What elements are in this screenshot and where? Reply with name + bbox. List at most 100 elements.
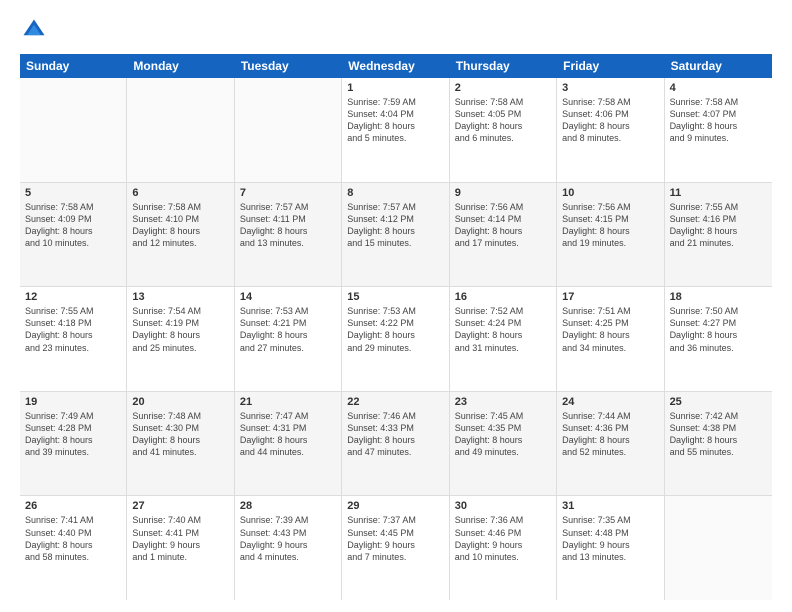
day-number: 3: [562, 82, 658, 94]
day-number: 14: [240, 291, 336, 303]
calendar-cell: 25 Sunrise: 7:42 AMSunset: 4:38 PMDayligh…: [665, 392, 772, 496]
calendar-cell: 13 Sunrise: 7:54 AMSunset: 4:19 PMDayligh…: [127, 287, 234, 391]
calendar-body: 1Sunrise: 7:59 AMSunset: 4:04 PMDaylight…: [20, 78, 772, 600]
calendar-cell: 16 Sunrise: 7:52 AMSunset: 4:24 PMDayligh…: [450, 287, 557, 391]
day-info: Sunrise: 7:53 AMSunset: 4:22 PMDaylight:…: [347, 305, 443, 354]
header-day-tuesday: Tuesday: [235, 54, 342, 78]
calendar-cell: 20 Sunrise: 7:48 AMSunset: 4:30 PMDayligh…: [127, 392, 234, 496]
header-day-monday: Monday: [127, 54, 234, 78]
day-info: Sunrise: 7:42 AMSunset: 4:38 PMDaylight:…: [670, 410, 767, 459]
day-info: Sunrise: 7:58 AMSunset: 4:09 PMDaylight:…: [25, 201, 121, 250]
page: SundayMondayTuesdayWednesdayThursdayFrid…: [0, 0, 792, 612]
calendar-cell: 26 Sunrise: 7:41 AMSunset: 4:40 PMDayligh…: [20, 496, 127, 600]
day-info: Sunrise: 7:58 AMSunset: 4:06 PMDaylight:…: [562, 96, 658, 145]
calendar-cell: 17 Sunrise: 7:51 AMSunset: 4:25 PMDayligh…: [557, 287, 664, 391]
header-day-saturday: Saturday: [665, 54, 772, 78]
calendar-cell: 24Sunrise: 7:44 AMSunset: 4:36 PMDayligh…: [557, 392, 664, 496]
day-info: Sunrise: 7:55 AMSunset: 4:16 PMDaylight:…: [670, 201, 767, 250]
calendar-row-1: 5 Sunrise: 7:58 AMSunset: 4:09 PMDaylight…: [20, 183, 772, 288]
header-day-friday: Friday: [557, 54, 664, 78]
day-number: 18: [670, 291, 767, 303]
day-info: Sunrise: 7:44 AMSunset: 4:36 PMDaylight:…: [562, 410, 658, 459]
day-info: Sunrise: 7:52 AMSunset: 4:24 PMDaylight:…: [455, 305, 551, 354]
calendar: SundayMondayTuesdayWednesdayThursdayFrid…: [20, 54, 772, 600]
calendar-cell: 10 Sunrise: 7:56 AMSunset: 4:15 PMDayligh…: [557, 183, 664, 287]
day-number: 17: [562, 291, 658, 303]
day-info: Sunrise: 7:46 AMSunset: 4:33 PMDaylight:…: [347, 410, 443, 459]
calendar-cell: 28Sunrise: 7:39 AMSunset: 4:43 PMDayligh…: [235, 496, 342, 600]
day-number: 10: [562, 187, 658, 199]
logo-icon: [20, 16, 48, 44]
calendar-cell: 7 Sunrise: 7:57 AMSunset: 4:11 PMDaylight…: [235, 183, 342, 287]
calendar-row-4: 26 Sunrise: 7:41 AMSunset: 4:40 PMDayligh…: [20, 496, 772, 600]
day-info: Sunrise: 7:56 AMSunset: 4:15 PMDaylight:…: [562, 201, 658, 250]
day-info: Sunrise: 7:58 AMSunset: 4:10 PMDaylight:…: [132, 201, 228, 250]
logo: [20, 16, 52, 44]
day-number: 30: [455, 500, 551, 512]
day-number: 16: [455, 291, 551, 303]
day-number: 4: [670, 82, 767, 94]
calendar-cell: 30 Sunrise: 7:36 AMSunset: 4:46 PMDayligh…: [450, 496, 557, 600]
calendar-row-2: 12Sunrise: 7:55 AMSunset: 4:18 PMDayligh…: [20, 287, 772, 392]
day-number: 11: [670, 187, 767, 199]
day-number: 25: [670, 396, 767, 408]
calendar-cell: 22 Sunrise: 7:46 AMSunset: 4:33 PMDayligh…: [342, 392, 449, 496]
header: [20, 16, 772, 44]
day-number: 23: [455, 396, 551, 408]
day-number: 9: [455, 187, 551, 199]
day-number: 19: [25, 396, 121, 408]
day-number: 28: [240, 500, 336, 512]
day-info: Sunrise: 7:47 AMSunset: 4:31 PMDaylight:…: [240, 410, 336, 459]
calendar-cell: 18Sunrise: 7:50 AMSunset: 4:27 PMDayligh…: [665, 287, 772, 391]
calendar-cell: 5 Sunrise: 7:58 AMSunset: 4:09 PMDaylight…: [20, 183, 127, 287]
day-number: 27: [132, 500, 228, 512]
calendar-cell: 4 Sunrise: 7:58 AMSunset: 4:07 PMDaylight…: [665, 78, 772, 182]
calendar-cell: 1Sunrise: 7:59 AMSunset: 4:04 PMDaylight…: [342, 78, 449, 182]
calendar-cell: [665, 496, 772, 600]
day-info: Sunrise: 7:55 AMSunset: 4:18 PMDaylight:…: [25, 305, 121, 354]
day-info: Sunrise: 7:49 AMSunset: 4:28 PMDaylight:…: [25, 410, 121, 459]
calendar-cell: 8 Sunrise: 7:57 AMSunset: 4:12 PMDaylight…: [342, 183, 449, 287]
day-info: Sunrise: 7:51 AMSunset: 4:25 PMDaylight:…: [562, 305, 658, 354]
day-number: 6: [132, 187, 228, 199]
calendar-cell: 23 Sunrise: 7:45 AMSunset: 4:35 PMDayligh…: [450, 392, 557, 496]
calendar-cell: 6 Sunrise: 7:58 AMSunset: 4:10 PMDaylight…: [127, 183, 234, 287]
day-number: 29: [347, 500, 443, 512]
calendar-cell: 21Sunrise: 7:47 AMSunset: 4:31 PMDayligh…: [235, 392, 342, 496]
header-day-wednesday: Wednesday: [342, 54, 449, 78]
day-info: Sunrise: 7:40 AMSunset: 4:41 PMDaylight:…: [132, 514, 228, 563]
calendar-cell: 3 Sunrise: 7:58 AMSunset: 4:06 PMDaylight…: [557, 78, 664, 182]
day-number: 2: [455, 82, 551, 94]
day-number: 1: [347, 82, 443, 94]
day-number: 22: [347, 396, 443, 408]
day-number: 20: [132, 396, 228, 408]
calendar-cell: 29 Sunrise: 7:37 AMSunset: 4:45 PMDayligh…: [342, 496, 449, 600]
day-info: Sunrise: 7:54 AMSunset: 4:19 PMDaylight:…: [132, 305, 228, 354]
calendar-cell: 14Sunrise: 7:53 AMSunset: 4:21 PMDayligh…: [235, 287, 342, 391]
header-day-sunday: Sunday: [20, 54, 127, 78]
day-number: 31: [562, 500, 658, 512]
day-info: Sunrise: 7:57 AMSunset: 4:11 PMDaylight:…: [240, 201, 336, 250]
calendar-cell: [127, 78, 234, 182]
day-info: Sunrise: 7:56 AMSunset: 4:14 PMDaylight:…: [455, 201, 551, 250]
calendar-cell: [235, 78, 342, 182]
day-info: Sunrise: 7:58 AMSunset: 4:07 PMDaylight:…: [670, 96, 767, 145]
day-info: Sunrise: 7:41 AMSunset: 4:40 PMDaylight:…: [25, 514, 121, 563]
day-number: 8: [347, 187, 443, 199]
day-info: Sunrise: 7:37 AMSunset: 4:45 PMDaylight:…: [347, 514, 443, 563]
day-info: Sunrise: 7:48 AMSunset: 4:30 PMDaylight:…: [132, 410, 228, 459]
calendar-cell: 9 Sunrise: 7:56 AMSunset: 4:14 PMDaylight…: [450, 183, 557, 287]
calendar-cell: [20, 78, 127, 182]
day-info: Sunrise: 7:36 AMSunset: 4:46 PMDaylight:…: [455, 514, 551, 563]
calendar-cell: 15Sunrise: 7:53 AMSunset: 4:22 PMDayligh…: [342, 287, 449, 391]
day-number: 7: [240, 187, 336, 199]
day-info: Sunrise: 7:45 AMSunset: 4:35 PMDaylight:…: [455, 410, 551, 459]
day-number: 5: [25, 187, 121, 199]
day-info: Sunrise: 7:57 AMSunset: 4:12 PMDaylight:…: [347, 201, 443, 250]
calendar-cell: 31Sunrise: 7:35 AMSunset: 4:48 PMDayligh…: [557, 496, 664, 600]
day-number: 13: [132, 291, 228, 303]
calendar-cell: 12Sunrise: 7:55 AMSunset: 4:18 PMDayligh…: [20, 287, 127, 391]
day-number: 26: [25, 500, 121, 512]
calendar-cell: 2Sunrise: 7:58 AMSunset: 4:05 PMDaylight…: [450, 78, 557, 182]
calendar-row-0: 1Sunrise: 7:59 AMSunset: 4:04 PMDaylight…: [20, 78, 772, 183]
